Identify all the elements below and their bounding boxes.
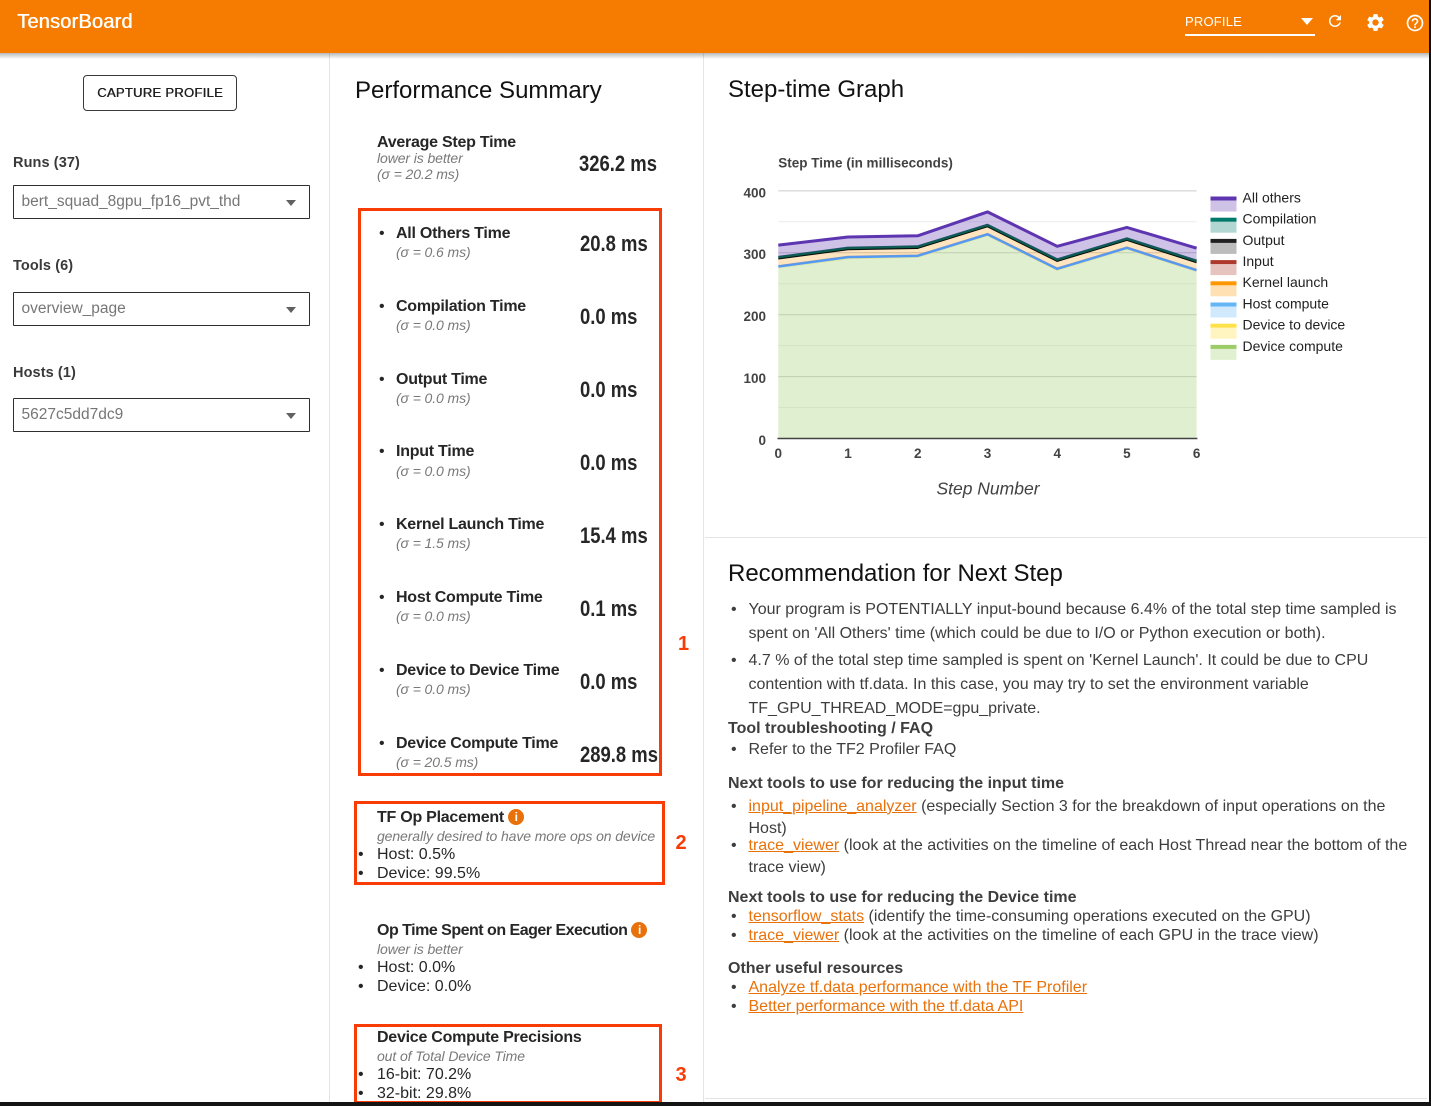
- svg-text:Step Time (in milliseconds): Step Time (in milliseconds): [778, 156, 953, 171]
- svg-text:All others: All others: [1243, 189, 1301, 205]
- svg-text:2: 2: [914, 446, 922, 461]
- svg-text:0: 0: [758, 433, 766, 448]
- svg-text:4: 4: [1053, 446, 1061, 461]
- svg-text:5: 5: [1123, 446, 1131, 461]
- svg-text:200: 200: [743, 309, 766, 324]
- svg-text:Compilation: Compilation: [1243, 211, 1317, 227]
- svg-text:100: 100: [743, 371, 766, 386]
- svg-text:Host compute: Host compute: [1243, 295, 1330, 311]
- svg-text:Device to device: Device to device: [1243, 317, 1346, 333]
- svg-text:Input: Input: [1243, 253, 1274, 269]
- svg-text:400: 400: [743, 185, 766, 200]
- svg-text:1: 1: [844, 446, 852, 461]
- svg-text:Step Number: Step Number: [936, 478, 1040, 498]
- svg-text:Device compute: Device compute: [1243, 338, 1344, 354]
- svg-text:300: 300: [743, 247, 766, 262]
- svg-text:0: 0: [775, 446, 783, 461]
- svg-text:6: 6: [1193, 446, 1201, 461]
- svg-text:Output: Output: [1243, 232, 1285, 248]
- svg-text:3: 3: [984, 446, 992, 461]
- svg-text:Kernel launch: Kernel launch: [1243, 274, 1329, 290]
